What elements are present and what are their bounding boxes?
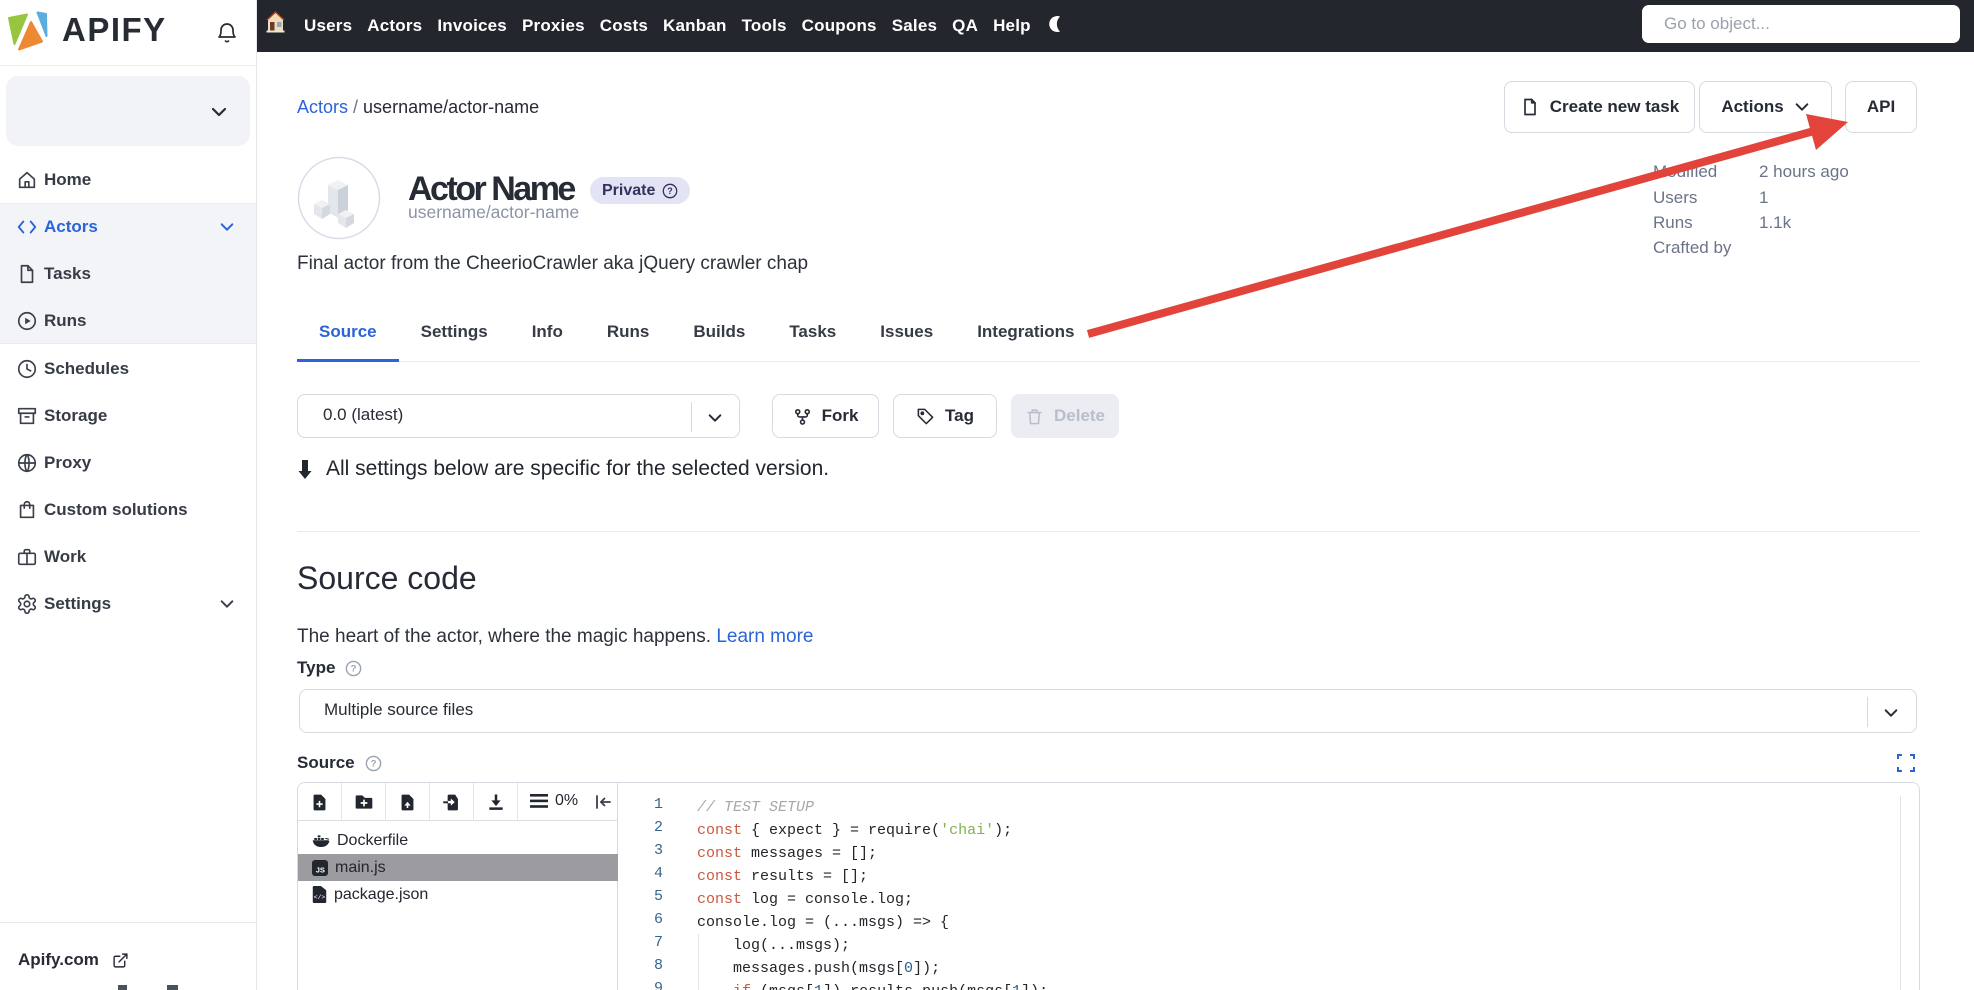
svg-text:</>: </> [314,894,326,901]
svg-text:?: ? [668,186,674,196]
svg-text:?: ? [370,758,376,769]
svg-text:?: ? [351,663,357,674]
svg-text:JS: JS [316,865,325,874]
